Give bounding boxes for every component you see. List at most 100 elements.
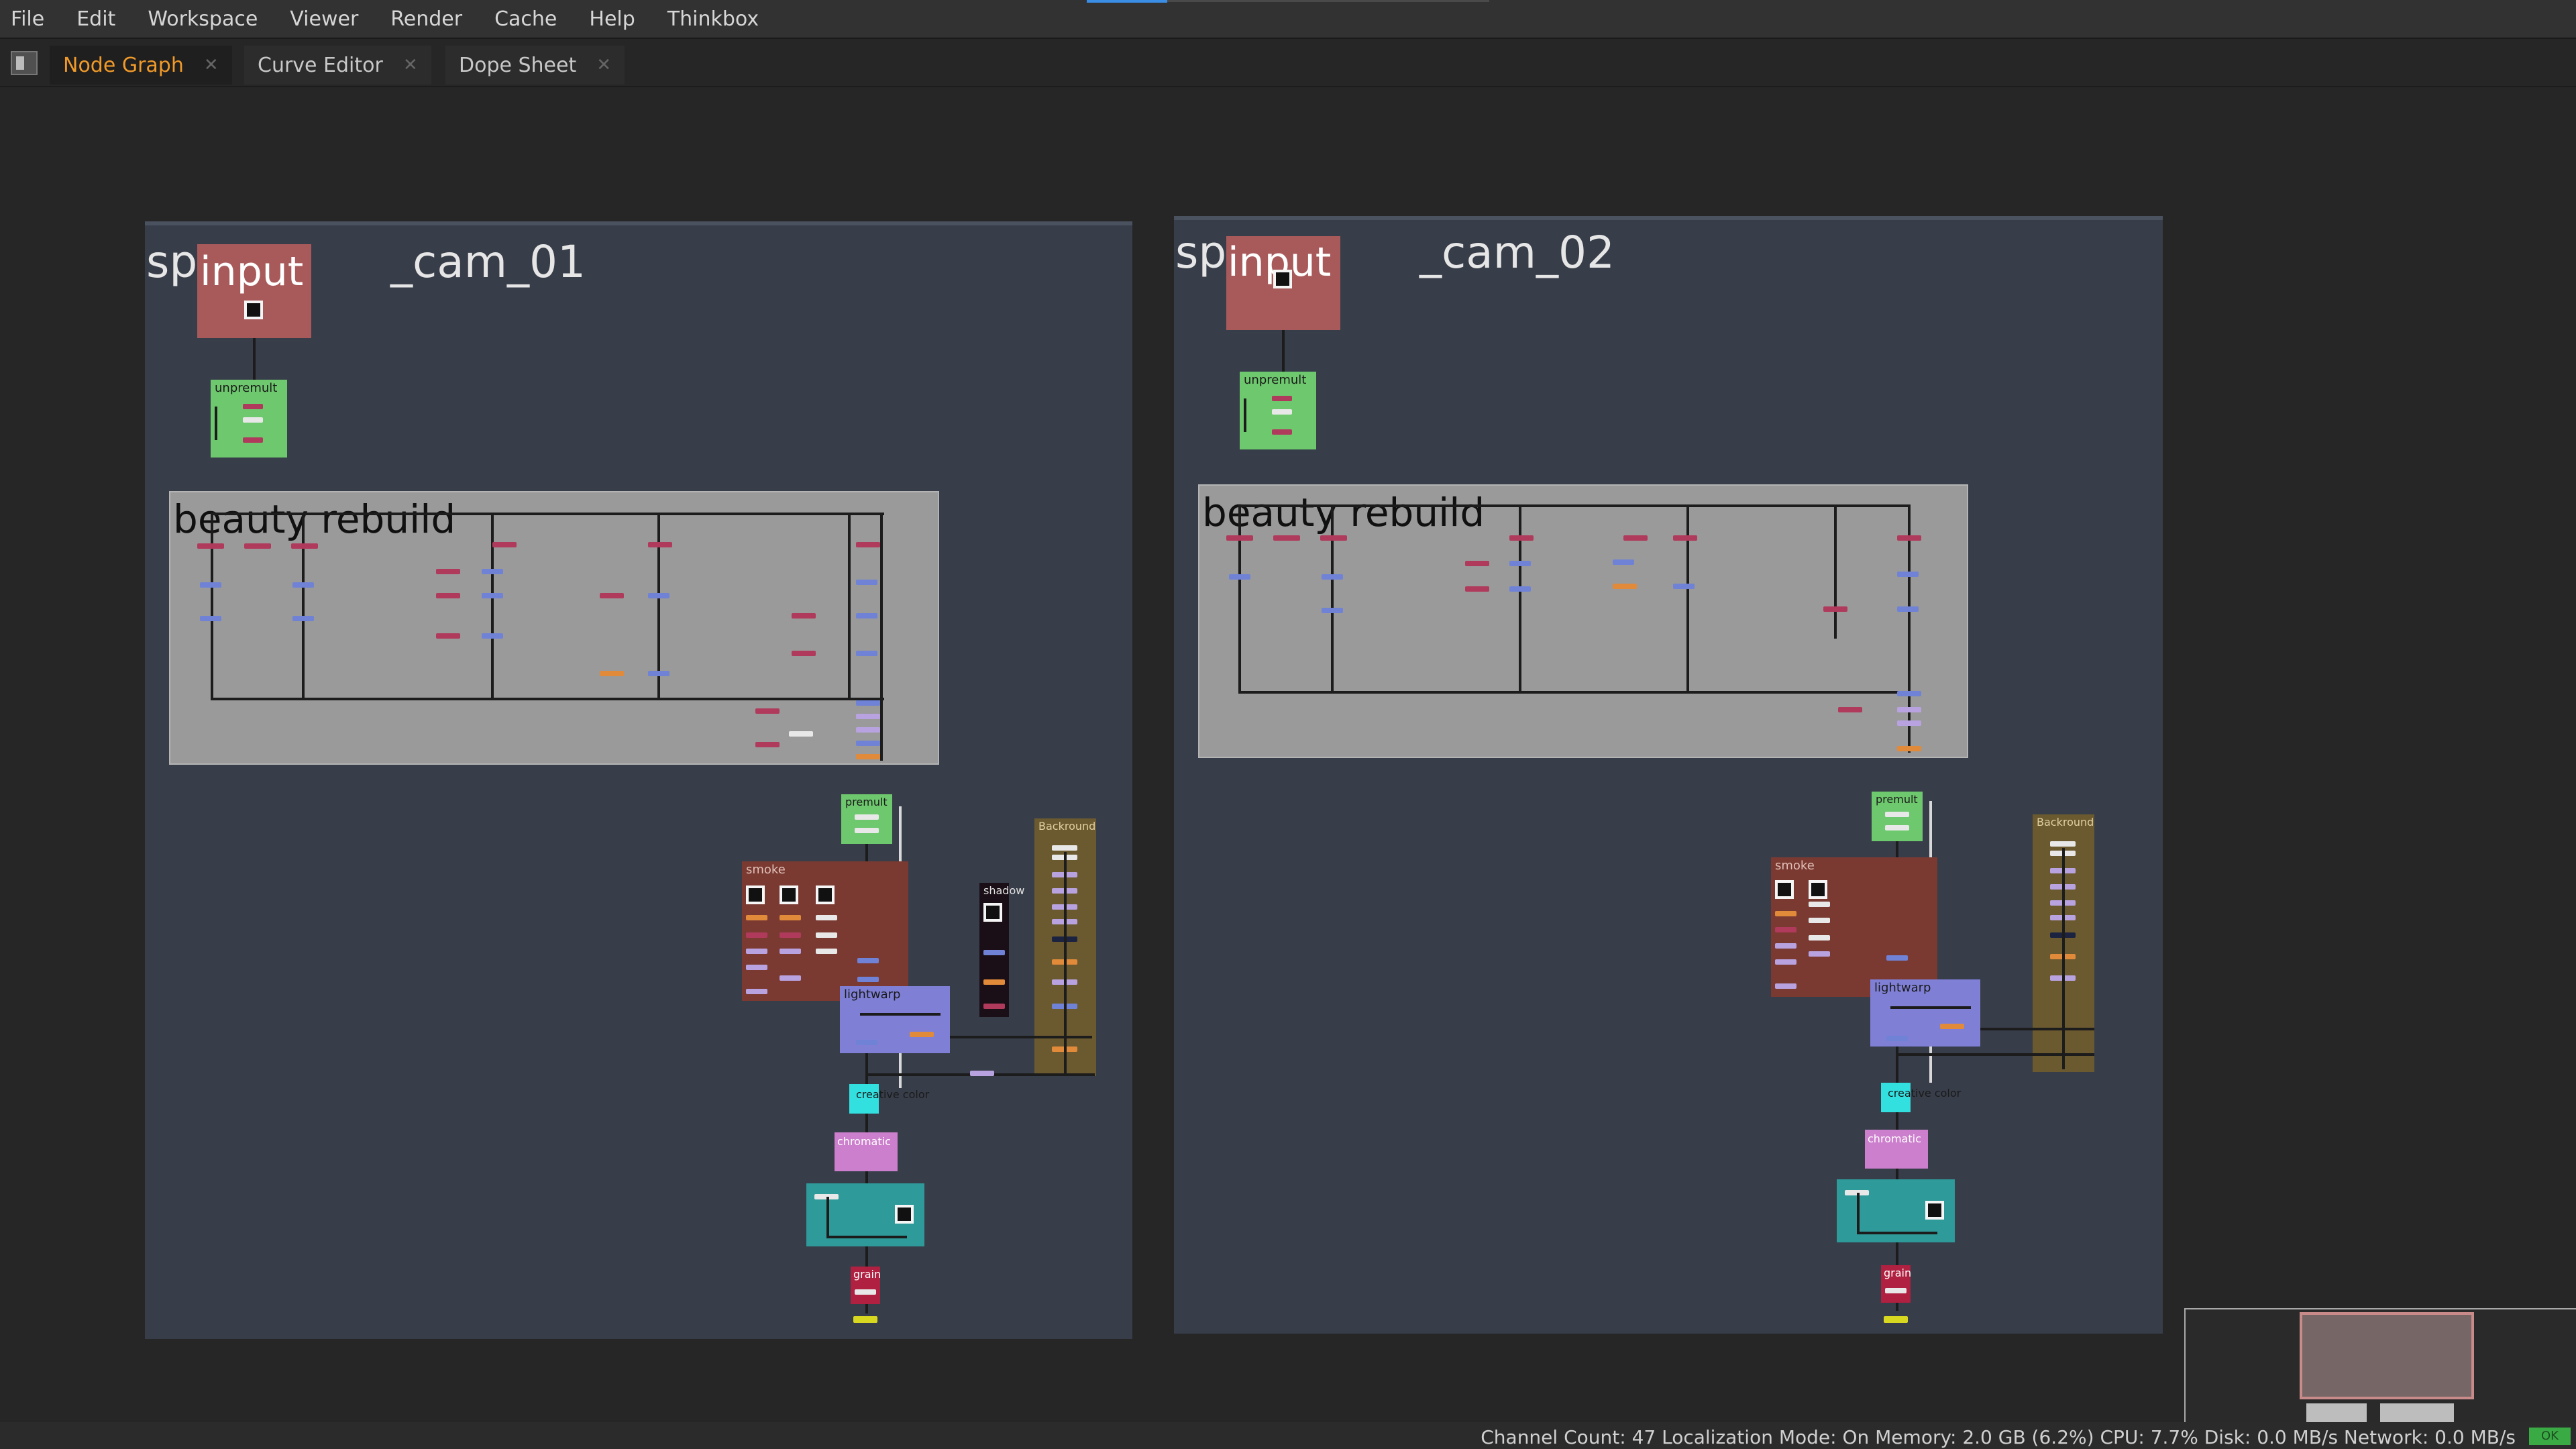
panel-toggle-icon[interactable]: [11, 51, 38, 75]
pin: [1613, 584, 1637, 589]
pin: [816, 915, 837, 920]
smoke-thumbnail: [780, 885, 798, 904]
wire: [880, 513, 883, 761]
pin: [436, 633, 460, 639]
close-icon[interactable]: ✕: [596, 55, 611, 75]
progress-accent: [1087, 0, 1167, 3]
lightwarp-node[interactable]: lightwarp: [1870, 979, 1980, 1046]
pin: [1897, 707, 1921, 712]
pin: [816, 932, 837, 938]
smoke-node[interactable]: smoke: [1771, 857, 1937, 997]
backround-node[interactable]: Backround: [2033, 814, 2094, 1072]
pin: [1885, 825, 1909, 830]
pin: [792, 613, 816, 619]
backdrop-title-right: _cam_02: [1419, 227, 1615, 278]
wire: [211, 513, 213, 700]
pin: [1272, 396, 1292, 401]
smoke-node[interactable]: smoke: [742, 861, 908, 1001]
minimap-viewport[interactable]: [2300, 1312, 2474, 1399]
pin: [1886, 955, 1908, 961]
tab-curve-editor[interactable]: Curve Editor ✕: [244, 46, 431, 85]
grain-node[interactable]: grain: [1881, 1265, 1911, 1303]
backdrop-beauty-rebuild[interactable]: beauty rebuild: [1198, 484, 1968, 758]
wire: [1857, 1232, 1937, 1234]
beauty-rebuild-title: beauty rebuild: [173, 496, 456, 542]
unpremult-node[interactable]: unpremult: [211, 380, 287, 458]
premult-node[interactable]: premult: [841, 794, 892, 844]
grain-node[interactable]: grain: [851, 1267, 881, 1304]
wire: [1238, 504, 1241, 694]
backdrop-beauty-rebuild[interactable]: beauty rebuild: [169, 491, 939, 765]
wire: [1238, 691, 1909, 694]
menu-cache[interactable]: Cache: [494, 7, 557, 31]
pin: [1613, 559, 1634, 565]
menu-edit[interactable]: Edit: [76, 7, 115, 31]
pin: [1465, 586, 1489, 592]
grade-thumbnail: [895, 1205, 914, 1224]
pin: [780, 915, 801, 920]
creative-color-node[interactable]: creative color: [1881, 1083, 1961, 1112]
pin: [1322, 574, 1343, 580]
pin: [780, 932, 801, 938]
tab-dope-sheet[interactable]: Dope Sheet ✕: [445, 46, 625, 85]
pin: [1775, 943, 1796, 949]
menu-workspace[interactable]: Workspace: [148, 7, 258, 31]
pin: [1885, 1288, 1907, 1293]
menu-file[interactable]: File: [11, 7, 44, 31]
backdrop-cam-01[interactable]: sp _cam_01 input unpremult beauty rebuil…: [145, 221, 1132, 1339]
premult-label: premult: [845, 796, 888, 808]
pin: [1940, 1024, 1964, 1029]
pin: [780, 949, 801, 954]
pin: [856, 700, 880, 706]
smoke-thumbnail: [746, 885, 765, 904]
backdrop-cam-02[interactable]: sp _cam_02 input unpremult beauty rebuil…: [1174, 216, 2163, 1334]
pin: [910, 1032, 934, 1037]
wire: [1908, 504, 1911, 753]
node-graph-canvas[interactable]: sp _cam_01 input unpremult beauty rebuil…: [0, 87, 2576, 1449]
premult-node[interactable]: premult: [1872, 792, 1923, 841]
chromatic-node[interactable]: chromatic: [1865, 1130, 1928, 1169]
wire: [491, 513, 494, 700]
smoke-label: smoke: [1775, 859, 1815, 873]
menu-render[interactable]: Render: [390, 7, 462, 31]
smoke-thumbnail: [1809, 880, 1827, 899]
grade-node[interactable]: [806, 1183, 924, 1246]
pin: [1673, 584, 1695, 589]
pin: [1897, 691, 1921, 696]
pin: [1226, 535, 1253, 541]
creative-color-label: creative color: [1888, 1087, 1962, 1099]
chromatic-node[interactable]: chromatic: [835, 1132, 898, 1171]
status-bar: Channel Count: 47 Localization Mode: On …: [0, 1422, 2576, 1449]
pin: [1897, 572, 1919, 577]
grade-node[interactable]: [1837, 1179, 1955, 1242]
unpremult-node[interactable]: unpremult: [1240, 372, 1316, 449]
status-badge: OK: [2529, 1428, 2571, 1445]
close-icon[interactable]: ✕: [403, 55, 418, 75]
wire: [302, 513, 305, 700]
pin: [1322, 608, 1343, 613]
close-icon[interactable]: ✕: [204, 55, 219, 75]
premult-label: premult: [1876, 793, 1918, 806]
pin: [855, 1289, 876, 1295]
creative-color-node[interactable]: creative color: [849, 1084, 929, 1114]
input-node[interactable]: input: [1226, 236, 1340, 330]
pin: [855, 828, 879, 833]
wire: [1238, 504, 1909, 507]
lightwarp-node[interactable]: lightwarp: [840, 986, 950, 1053]
shadow-node[interactable]: shadow: [979, 883, 1024, 1017]
pin: [1052, 845, 1077, 851]
input-label: input: [200, 248, 304, 295]
lightwarp-label: lightwarp: [1874, 981, 1931, 995]
pin: [856, 754, 880, 759]
input-node[interactable]: input: [197, 244, 311, 338]
backround-label: Backround: [2037, 816, 2094, 828]
pin: [856, 651, 877, 656]
pin: [648, 593, 669, 598]
backdrop-title-left: sp: [146, 236, 198, 288]
pin: [200, 616, 221, 621]
menu-help[interactable]: Help: [589, 7, 635, 31]
menu-thinkbox[interactable]: Thinkbox: [667, 7, 759, 31]
menu-viewer[interactable]: Viewer: [290, 7, 358, 31]
pin: [856, 727, 880, 733]
tab-node-graph[interactable]: Node Graph ✕: [50, 46, 232, 85]
